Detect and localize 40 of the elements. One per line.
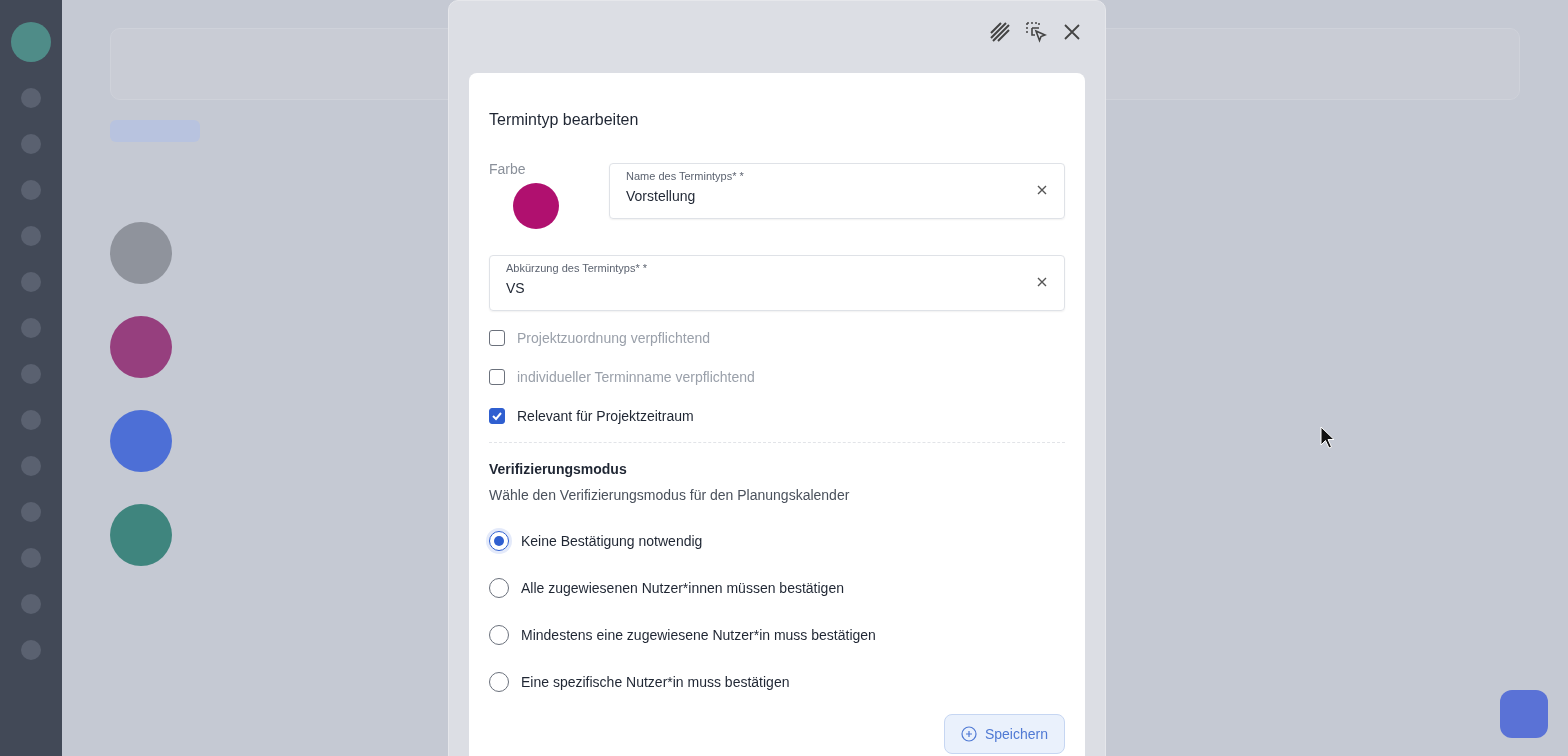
nav-icon[interactable] [21,594,41,614]
text-field[interactable]: Name des Termintyps* * Vorstellung [609,163,1065,219]
color-swatch[interactable] [513,183,559,229]
text-field[interactable]: Abkürzung des Termintyps* * VS [489,255,1065,311]
nav-icon[interactable] [21,456,41,476]
nav-icon[interactable] [21,180,41,200]
clear-icon[interactable] [1036,276,1048,288]
plus-circle-icon [960,726,977,742]
checkbox[interactable] [489,408,505,424]
help-button[interactable] [1500,690,1548,738]
clear-icon[interactable] [1036,184,1048,196]
section-description: Wähle den Verifizierungsmodus für den Planungskalender [489,487,851,503]
nav-icon[interactable] [21,318,41,338]
save-button[interactable]: Speichern [943,714,1065,754]
nav-icon[interactable] [21,640,41,660]
nav-icon[interactable] [21,410,41,430]
nav-icon[interactable] [21,226,41,246]
checkbox-label: Relevant für Projektzeitraum [517,408,694,424]
radio-label: Keine Bestätigung notwendig [521,533,703,549]
radio-label: Eine spezifische Nutzer*in muss bestätigen [521,674,790,690]
nav-icon[interactable] [21,502,41,522]
nav-icon[interactable] [21,88,41,108]
color-label: Farbe [489,161,527,177]
mouse-pointer-icon [1320,426,1336,450]
nav-icon[interactable] [21,272,41,292]
checkbox-label: individueller Terminname verpflichtend [517,369,755,385]
dialog-title: Termintyp bearbeiten [489,111,640,129]
select-cursor-icon[interactable] [1025,21,1047,43]
nav-icon[interactable] [21,364,41,384]
checkbox[interactable] [489,330,505,346]
nav-icon[interactable] [21,134,41,154]
checkbox-label: Projektzuordnung verpflichtend [517,330,710,346]
radio-label: Mindestens eine zugewiesene Nutzer*in muss bestätigen [521,627,876,643]
logo-icon [11,22,51,62]
radio-label: Alle zugewiesenen Nutzer*innen müssen bestätigen [521,580,844,596]
checkbox[interactable] [489,369,505,385]
radio-button[interactable] [489,531,509,551]
section-title: Verifizierungsmodus [489,461,628,477]
hatch-icon[interactable] [989,21,1011,43]
nav-icon[interactable] [21,548,41,568]
